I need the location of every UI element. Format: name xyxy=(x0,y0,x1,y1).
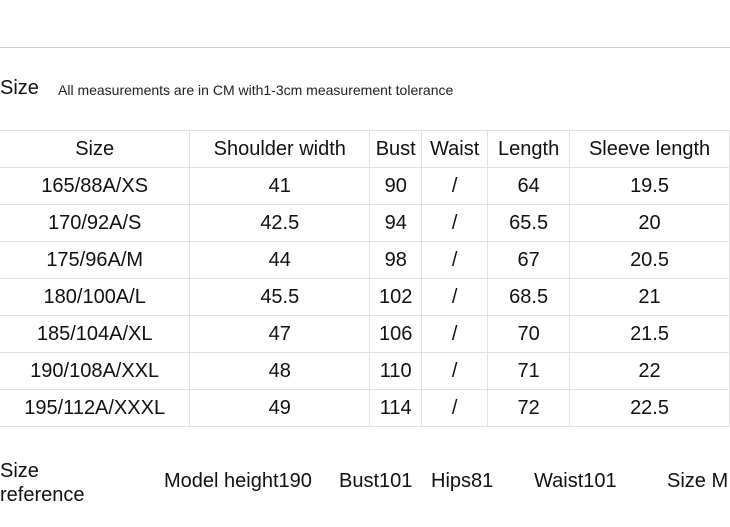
table-row: 195/112A/XXXL 49 114 / 72 22.5 xyxy=(0,389,730,427)
cell-waist: / xyxy=(421,352,489,390)
cell-sleeve-length: 21.5 xyxy=(569,315,730,353)
cell-bust: 114 xyxy=(369,389,423,427)
cell-sleeve-length: 20.5 xyxy=(569,241,730,279)
cell-length: 72 xyxy=(487,389,571,427)
table-row: 175/96A/M 44 98 / 67 20.5 xyxy=(0,241,730,279)
cell-waist: / xyxy=(421,389,489,427)
cell-bust: 110 xyxy=(369,352,423,390)
tolerance-note: All measurements are in CM with1-3cm mea… xyxy=(58,82,454,98)
cell-length: 67 xyxy=(487,241,571,279)
cell-length: 70 xyxy=(487,315,571,353)
cell-shoulder-width: 47 xyxy=(189,315,371,353)
cell-sleeve-length: 22 xyxy=(569,352,730,390)
cell-size: 195/112A/XXXL xyxy=(0,389,191,427)
cell-waist: / xyxy=(421,241,489,279)
table-row: 165/88A/XS 41 90 / 64 19.5 xyxy=(0,167,730,205)
header-length: Length xyxy=(487,130,571,168)
header-size: Size xyxy=(0,130,191,168)
cell-shoulder-width: 42.5 xyxy=(189,204,371,242)
cell-sleeve-length: 22.5 xyxy=(569,389,730,427)
cell-shoulder-width: 41 xyxy=(189,167,371,205)
cell-size: 170/92A/S xyxy=(0,204,191,242)
cell-size: 165/88A/XS xyxy=(0,167,191,205)
cell-sleeve-length: 20 xyxy=(569,204,730,242)
cell-sleeve-length: 19.5 xyxy=(569,167,730,205)
table-row: 190/108A/XXL 48 110 / 71 22 xyxy=(0,352,730,390)
model-height: Model height190 xyxy=(164,470,312,492)
cell-waist: / xyxy=(421,167,489,205)
cell-bust: 98 xyxy=(369,241,423,279)
cell-length: 64 xyxy=(487,167,571,205)
header-bust: Bust xyxy=(369,130,423,168)
model-waist: Waist101 xyxy=(534,470,617,492)
cell-bust: 102 xyxy=(369,278,423,316)
table-header-row: Size Shoulder width Bust Waist Length Sl… xyxy=(0,130,730,168)
model-bust: Bust101 xyxy=(339,470,413,492)
cell-size: 190/108A/XXL xyxy=(0,352,191,390)
cell-size: 180/100A/L xyxy=(0,278,191,316)
cell-shoulder-width: 44 xyxy=(189,241,371,279)
cell-length: 71 xyxy=(487,352,571,390)
size-reference-label-line2: reference xyxy=(0,484,85,506)
header-waist: Waist xyxy=(421,130,489,168)
top-divider xyxy=(0,47,730,48)
model-hips: Hips81 xyxy=(431,470,494,492)
cell-waist: / xyxy=(421,315,489,353)
cell-size: 185/104A/XL xyxy=(0,315,191,353)
table-row: 185/104A/XL 47 106 / 70 21.5 xyxy=(0,315,730,353)
cell-waist: / xyxy=(421,204,489,242)
size-chart-table: Size Shoulder width Bust Waist Length Sl… xyxy=(0,130,730,427)
section-title: Size xyxy=(0,77,39,99)
size-reference-label: Size reference xyxy=(0,459,85,507)
table-row: 170/92A/S 42.5 94 / 65.5 20 xyxy=(0,204,730,242)
cell-length: 68.5 xyxy=(487,278,571,316)
table-row: 180/100A/L 45.5 102 / 68.5 21 xyxy=(0,278,730,316)
header-sleeve-length: Sleeve length xyxy=(569,130,730,168)
cell-bust: 106 xyxy=(369,315,423,353)
cell-waist: / xyxy=(421,278,489,316)
size-reference-label-line1: Size xyxy=(0,460,39,482)
cell-shoulder-width: 49 xyxy=(189,389,371,427)
cell-shoulder-width: 45.5 xyxy=(189,278,371,316)
cell-bust: 94 xyxy=(369,204,423,242)
cell-length: 65.5 xyxy=(487,204,571,242)
cell-sleeve-length: 21 xyxy=(569,278,730,316)
cell-size: 175/96A/M xyxy=(0,241,191,279)
cell-bust: 90 xyxy=(369,167,423,205)
header-shoulder-width: Shoulder width xyxy=(189,130,371,168)
model-size: Size M xyxy=(667,470,729,492)
cell-shoulder-width: 48 xyxy=(189,352,371,390)
